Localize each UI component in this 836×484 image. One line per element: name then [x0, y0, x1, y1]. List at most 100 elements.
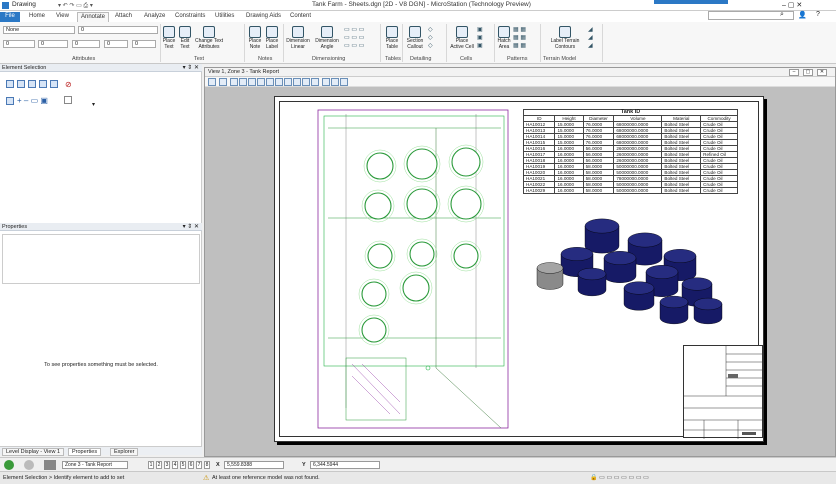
- new-selection-icon[interactable]: [6, 97, 14, 105]
- weight-combo[interactable]: 0: [72, 40, 100, 48]
- tab-drawing-aids[interactable]: Drawing Aids: [243, 12, 284, 22]
- tab-home[interactable]: Home: [26, 12, 48, 22]
- rotate-view-icon[interactable]: [266, 78, 274, 86]
- terrain-tools[interactable]: ◢ ◢ ◢: [588, 26, 598, 50]
- panel-controls[interactable]: ▾ ⇕ ✕: [183, 64, 199, 72]
- tab-utilities[interactable]: Utilities: [212, 12, 237, 22]
- color-combo[interactable]: 0: [3, 40, 35, 48]
- camera-icon[interactable]: [302, 78, 310, 86]
- tab-view[interactable]: View: [53, 12, 72, 22]
- place-label-button[interactable]: Place Label: [264, 26, 280, 50]
- dimension-linear-icon: [292, 26, 304, 38]
- minimize-icon[interactable]: –: [789, 69, 799, 76]
- place-active-cell-button[interactable]: Place Active Cell: [449, 26, 475, 50]
- hatch-area-button[interactable]: Hatch Area: [496, 26, 512, 50]
- y-label: Y: [302, 462, 306, 468]
- label-terrain-contours-button[interactable]: Label Terrain Contours: [543, 26, 587, 50]
- render-icon[interactable]: [340, 78, 348, 86]
- view-button-5[interactable]: 5: [180, 461, 186, 469]
- selection-method-icon[interactable]: [64, 96, 72, 104]
- tab-properties[interactable]: Properties: [68, 448, 102, 456]
- cell-tools[interactable]: ▣ ▣ ▣: [477, 26, 491, 50]
- change-text-attributes-button[interactable]: Change Text Attributes: [194, 26, 224, 50]
- level-combo[interactable]: None: [3, 26, 75, 34]
- detailing-tools[interactable]: ◇ ◇ ◇: [428, 26, 444, 50]
- view-attributes-icon[interactable]: [208, 78, 216, 86]
- maximize-icon[interactable]: ▢: [803, 69, 813, 76]
- select-line-icon[interactable]: [17, 80, 25, 88]
- search-icon[interactable]: ⌕: [780, 11, 784, 19]
- dimension-angle-button[interactable]: Dimension Angle: [313, 26, 341, 50]
- separator: [540, 24, 541, 62]
- linestyle-combo[interactable]: 0: [38, 40, 68, 48]
- priority-combo[interactable]: 0: [132, 40, 156, 48]
- panel-controls[interactable]: ▾ ⇕ ✕: [183, 223, 199, 231]
- tab-explorer[interactable]: Explorer: [110, 448, 139, 456]
- window-area-icon[interactable]: [248, 78, 256, 86]
- tab-annotate[interactable]: Annotate: [77, 12, 110, 22]
- view-next-icon[interactable]: [293, 78, 301, 86]
- tab-analyze[interactable]: Analyze: [141, 12, 168, 22]
- place-table-button[interactable]: Place Table: [383, 26, 401, 50]
- tab-content[interactable]: Content: [287, 12, 314, 22]
- view-button-7[interactable]: 7: [196, 461, 202, 469]
- x-coordinate-field[interactable]: 5,559.8388: [224, 461, 284, 469]
- display-style-icon[interactable]: [322, 78, 330, 86]
- fit-view-icon[interactable]: [257, 78, 265, 86]
- tab-file[interactable]: File: [0, 12, 20, 22]
- select-shape-icon[interactable]: [39, 80, 47, 88]
- transparency-combo[interactable]: 0: [104, 40, 128, 48]
- view-previous-icon[interactable]: [284, 78, 292, 86]
- pattern-tools[interactable]: ▦ ▦ ▦ ▦ ▦ ▦: [513, 26, 537, 50]
- select-box-icon[interactable]: [28, 80, 36, 88]
- workflow-selector[interactable]: Drawing: [12, 1, 36, 8]
- title-block: [683, 345, 764, 439]
- y-coordinate-field[interactable]: 6,344.5944: [310, 461, 380, 469]
- section-callout-icon: [409, 26, 421, 38]
- snap-icon[interactable]: [24, 460, 34, 470]
- section-callout-button[interactable]: Section Callout: [404, 26, 426, 50]
- clip-volume-icon[interactable]: [311, 78, 319, 86]
- view-button-8[interactable]: 8: [204, 461, 210, 469]
- view-control-bar: Zone 3 - Tank Report 12345678 X 5,559.83…: [0, 457, 836, 471]
- place-note-button[interactable]: Place Note: [247, 26, 263, 50]
- tab-attach[interactable]: Attach: [112, 12, 135, 22]
- left-bottom-tabs: Level Display - View 1 Properties Explor…: [0, 446, 202, 456]
- view-button-1[interactable]: 1: [148, 461, 154, 469]
- place-note-label: Place Note: [248, 38, 262, 50]
- warning-icon[interactable]: ⚠: [203, 474, 209, 482]
- quick-access-toolbar[interactable]: ▾ ↶ ↷ ▭ ⎙ ▾: [58, 2, 93, 10]
- selection-mode-icons[interactable]: + – ▭ ▣: [17, 96, 48, 105]
- tab-constraints[interactable]: Constraints: [172, 12, 208, 22]
- view-button-4[interactable]: 4: [172, 461, 178, 469]
- locks-icon[interactable]: [44, 460, 56, 470]
- title-bar: Drawing ▾ ↶ ↷ ▭ ⎙ ▾ Tank Farm - Sheets.d…: [0, 0, 836, 11]
- view-button-2[interactable]: 2: [156, 461, 162, 469]
- style-combo[interactable]: 0: [78, 26, 158, 34]
- view-button-6[interactable]: 6: [188, 461, 194, 469]
- clear-selection-icon[interactable]: ⊘: [65, 80, 75, 89]
- pan-view-icon[interactable]: [275, 78, 283, 86]
- zone-selector[interactable]: Zone 3 - Tank Report: [62, 461, 128, 469]
- properties-filter-box[interactable]: [2, 234, 200, 284]
- edit-text-button[interactable]: Edit Text: [178, 26, 192, 50]
- chevron-down-icon[interactable]: ▾: [92, 101, 95, 108]
- view-display-icon[interactable]: [219, 78, 227, 86]
- dimension-linear-button[interactable]: Dimension Linear: [285, 26, 311, 50]
- tab-level-display[interactable]: Level Display - View 1: [2, 448, 65, 456]
- drawing-canvas[interactable]: Tank ID ID Height Diameter Volume Materi…: [205, 87, 835, 456]
- close-icon[interactable]: ✕: [817, 69, 827, 76]
- user-icon[interactable]: 👤: [798, 11, 807, 19]
- window-controls[interactable]: – ▢ ✕: [782, 1, 802, 9]
- help-icon[interactable]: ?: [816, 11, 820, 18]
- select-circle-icon[interactable]: [50, 80, 58, 88]
- place-text-button[interactable]: Place Text: [162, 26, 176, 50]
- status-tray-icons[interactable]: 🔒 ▭ ▭ ▭ ▭ ▭ ▭ ▭: [590, 474, 649, 481]
- accudraw-icon[interactable]: [4, 460, 14, 470]
- zoom-in-icon[interactable]: [230, 78, 238, 86]
- view-button-3[interactable]: 3: [164, 461, 170, 469]
- select-mode-icon[interactable]: [6, 80, 14, 88]
- dimension-tools-grid[interactable]: ▭ ▭ ▭ ▭ ▭ ▭ ▭ ▭ ▭: [344, 26, 374, 50]
- shading-icon[interactable]: [331, 78, 339, 86]
- zoom-out-icon[interactable]: [239, 78, 247, 86]
